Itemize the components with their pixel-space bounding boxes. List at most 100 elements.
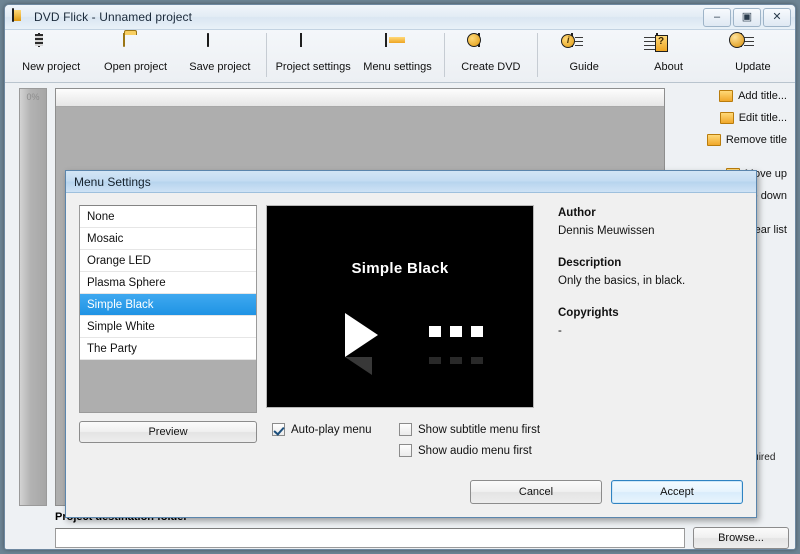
about-question-icon — [656, 33, 682, 59]
toolbar-label: Guide — [570, 61, 599, 73]
description-value: Only the basics, in black. — [558, 273, 748, 289]
remove-title-icon — [707, 134, 721, 146]
play-triangle-reflection — [345, 357, 372, 393]
preview-dot-reflection — [471, 357, 483, 364]
side-button-label: Add title... — [738, 90, 787, 102]
toolbar-menu-settings[interactable]: Menu settings — [355, 30, 439, 82]
title-list-header — [56, 89, 664, 107]
theme-list-item-selected[interactable]: Simple Black — [80, 294, 256, 316]
toolbar-create-dvd[interactable]: Create DVD — [449, 30, 533, 82]
description-heading: Description — [558, 255, 748, 271]
play-triangle-icon — [345, 313, 378, 357]
preview-dot — [471, 326, 483, 337]
edit-title-icon — [720, 112, 734, 124]
film-strip-icon — [38, 33, 64, 59]
destination-row: Browse... — [55, 527, 789, 549]
window-title: DVD Flick - Unnamed project — [34, 10, 192, 24]
toolbar-separator — [537, 33, 538, 77]
menu-first-option-group: Show subtitle menu first Show audio menu… — [399, 423, 540, 465]
checkbox-icon-unchecked[interactable] — [399, 423, 412, 436]
cancel-button[interactable]: Cancel — [470, 480, 602, 504]
maximize-button[interactable]: ▣ — [733, 8, 761, 27]
show-audio-menu-first-label: Show audio menu first — [418, 445, 532, 457]
theme-list-item[interactable]: None — [80, 206, 256, 228]
side-button-label: Edit title... — [739, 112, 787, 124]
toolbar-open-project[interactable]: Open project — [93, 30, 177, 82]
preview-dot — [450, 326, 462, 337]
progress-bar-vertical: 0% — [19, 88, 47, 506]
side-button-label: Remove title — [726, 134, 787, 146]
toolbar-update[interactable]: Update — [711, 30, 795, 82]
folder-open-icon — [123, 33, 149, 59]
dialog-titlebar: Menu Settings — [66, 171, 756, 193]
copyrights-heading: Copyrights — [558, 305, 748, 321]
toolbar-new-project[interactable]: New project — [9, 30, 93, 82]
toolbar-label: New project — [22, 61, 80, 73]
menu-preview: Simple Black — [266, 205, 534, 408]
copyrights-value: - — [558, 323, 748, 339]
progress-label: 0% — [26, 92, 39, 102]
dialog-body: None Mosaic Orange LED Plasma Sphere Sim… — [66, 193, 756, 518]
author-heading: Author — [558, 205, 748, 221]
preview-dots-reflection — [429, 357, 483, 364]
browse-button[interactable]: Browse... — [693, 527, 789, 549]
theme-list[interactable]: None Mosaic Orange LED Plasma Sphere Sim… — [79, 205, 257, 413]
dvdflick-app-icon — [12, 9, 28, 25]
toolbar-about[interactable]: About — [626, 30, 710, 82]
destination-input[interactable] — [55, 528, 685, 548]
toolbar-separator — [266, 33, 267, 77]
floppy-disk-icon — [207, 33, 233, 59]
menu-settings-dialog: Menu Settings None Mosaic Orange LED Pla… — [65, 170, 757, 518]
window-controls: – ▣ ✕ — [703, 8, 791, 27]
autoplay-option-group: Auto-play menu — [272, 423, 372, 444]
toolbar-label: Open project — [104, 61, 167, 73]
toolbar-guide[interactable]: Guide — [542, 30, 626, 82]
toolbar-label: Project settings — [276, 61, 351, 73]
show-subtitle-menu-first-label: Show subtitle menu first — [418, 424, 540, 436]
toolbar-label: Update — [735, 61, 770, 73]
guide-info-icon — [571, 33, 597, 59]
theme-list-item[interactable]: Plasma Sphere — [80, 272, 256, 294]
preview-button[interactable]: Preview — [79, 421, 257, 443]
main-toolbar: New project Open project Save project Pr… — [5, 30, 795, 83]
accept-button[interactable]: Accept — [611, 480, 743, 504]
remove-title-button[interactable]: Remove title — [667, 129, 789, 151]
toolbar-save-project[interactable]: Save project — [178, 30, 262, 82]
checkbox-icon-checked[interactable] — [272, 423, 285, 436]
preview-dots — [429, 326, 483, 337]
sidebar-gap — [667, 151, 789, 163]
autoplay-menu-checkbox-row[interactable]: Auto-play menu — [272, 423, 372, 436]
toolbar-separator — [444, 33, 445, 77]
checkbox-icon-unchecked[interactable] — [399, 444, 412, 457]
toolbar-label: Create DVD — [461, 61, 520, 73]
theme-list-item[interactable]: The Party — [80, 338, 256, 360]
preview-title-text: Simple Black — [267, 260, 533, 277]
preview-dot-reflection — [429, 357, 441, 364]
show-audio-menu-first-row[interactable]: Show audio menu first — [399, 444, 540, 457]
toolbar-label: Save project — [189, 61, 250, 73]
theme-list-item[interactable]: Orange LED — [80, 250, 256, 272]
update-globe-icon — [740, 33, 766, 59]
autoplay-menu-label: Auto-play menu — [291, 424, 372, 436]
add-title-icon — [719, 90, 733, 102]
menu-settings-icon — [385, 33, 411, 59]
theme-list-item[interactable]: Simple White — [80, 316, 256, 338]
main-window: DVD Flick - Unnamed project – ▣ ✕ New pr… — [4, 4, 796, 550]
toolbar-label: About — [654, 61, 683, 73]
theme-list-item[interactable]: Mosaic — [80, 228, 256, 250]
show-subtitle-menu-first-row[interactable]: Show subtitle menu first — [399, 423, 540, 436]
close-button[interactable]: ✕ — [763, 8, 791, 27]
add-title-button[interactable]: Add title... — [667, 85, 789, 107]
edit-title-button[interactable]: Edit title... — [667, 107, 789, 129]
workspace: 0% Add title... Edit title... Remove tit… — [5, 83, 795, 550]
dialog-actions: Cancel Accept — [470, 480, 743, 504]
project-settings-icon — [300, 33, 326, 59]
create-dvd-icon — [478, 33, 504, 59]
window-titlebar: DVD Flick - Unnamed project – ▣ ✕ — [5, 5, 795, 30]
dialog-title: Menu Settings — [74, 175, 151, 189]
preview-dot — [429, 326, 441, 337]
minimize-button[interactable]: – — [703, 8, 731, 27]
toolbar-label: Menu settings — [363, 61, 431, 73]
toolbar-project-settings[interactable]: Project settings — [271, 30, 355, 82]
preview-dot-reflection — [450, 357, 462, 364]
